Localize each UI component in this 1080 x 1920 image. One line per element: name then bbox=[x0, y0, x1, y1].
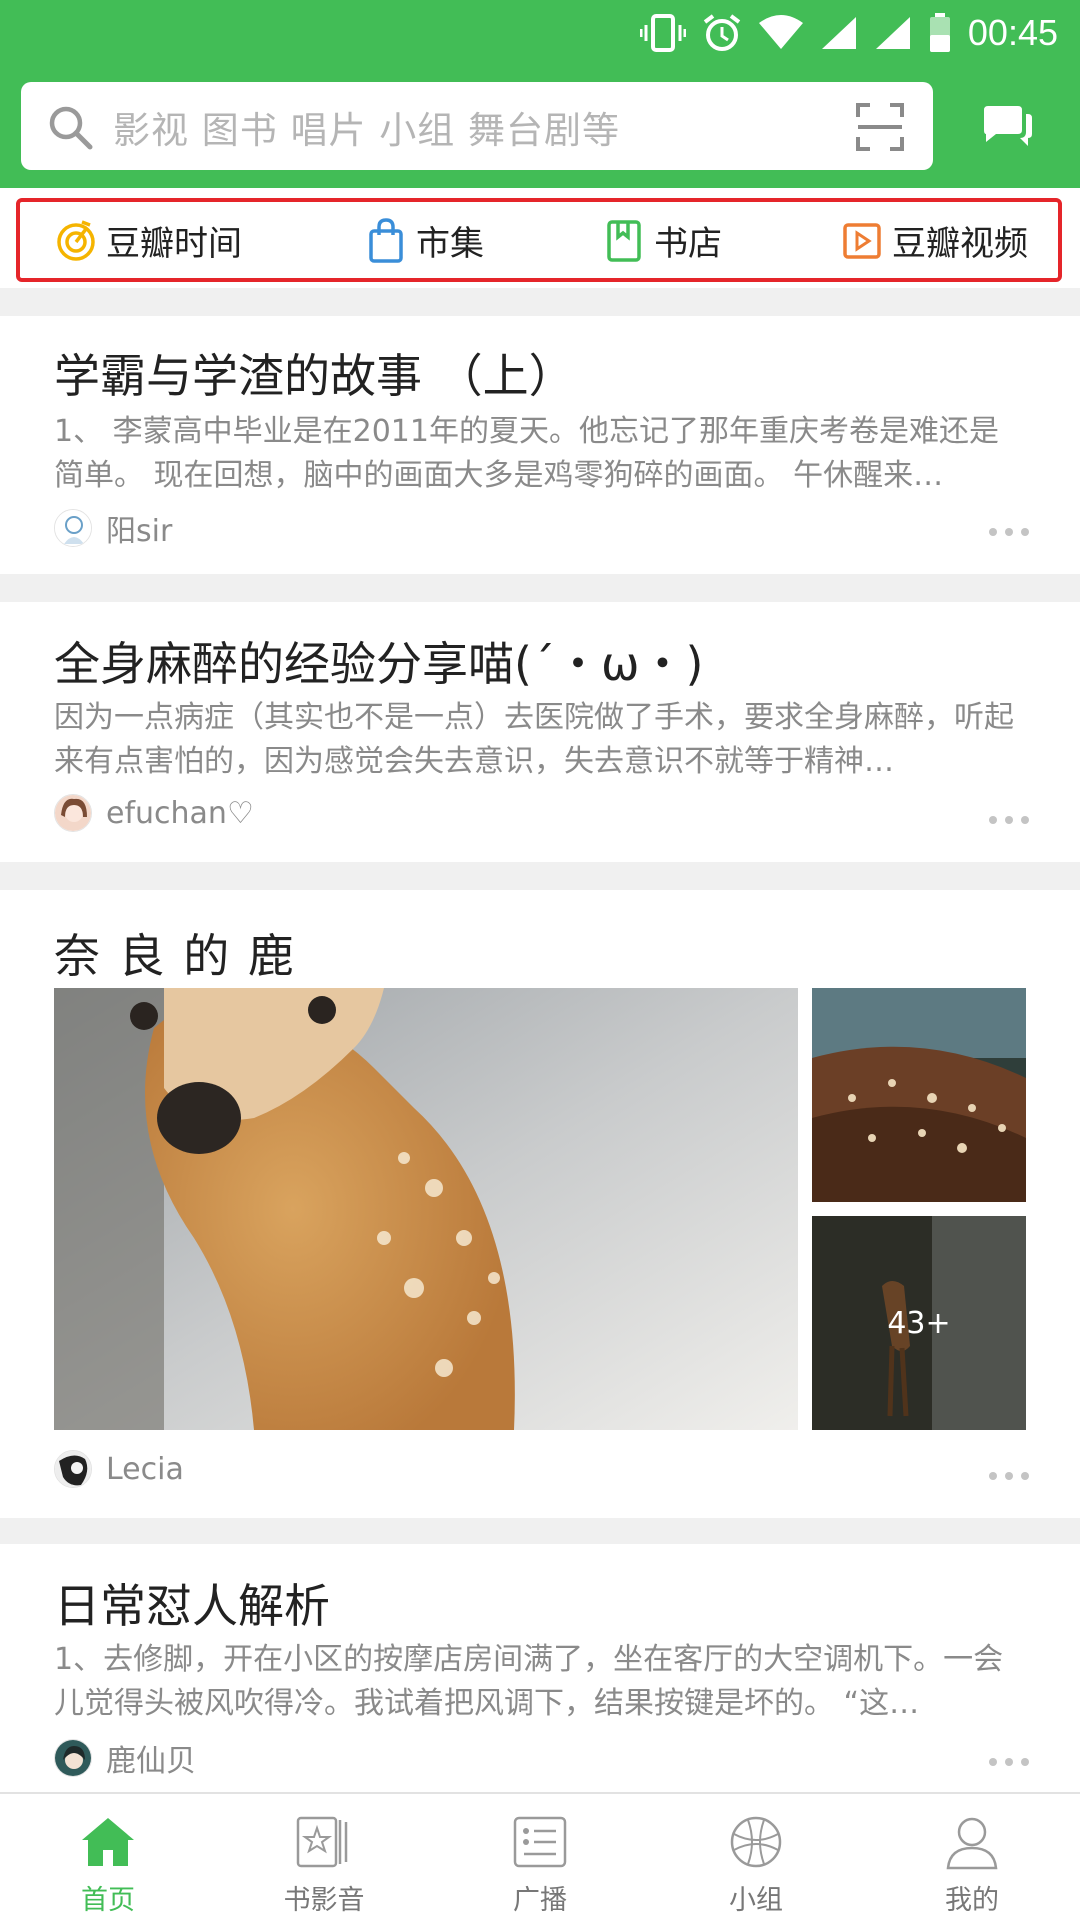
status-bar: 00:45 bbox=[0, 0, 1080, 64]
photo-count-badge: 43+ bbox=[887, 1305, 951, 1341]
status-time: 00:45 bbox=[967, 12, 1058, 53]
avatar bbox=[54, 1739, 92, 1777]
search-box[interactable]: 影视 图书 唱片 小组 舞台剧等 bbox=[21, 82, 933, 170]
timer-icon bbox=[57, 220, 95, 261]
shortcut-label: 市集 bbox=[416, 223, 484, 264]
card-title[interactable]: 奈 良 的 鹿 bbox=[54, 920, 296, 986]
tab-label: 书影音 bbox=[283, 1885, 365, 1916]
feed-card[interactable]: 全身麻醉的经验分享喵(´・ω・) 因为一点病症（其实也不是一点）去医院做了手术，… bbox=[0, 602, 1080, 862]
shopping-bag-icon bbox=[369, 218, 403, 263]
vibrate-icon bbox=[639, 14, 686, 52]
more-icon[interactable] bbox=[988, 526, 1030, 538]
tab-group[interactable]: 小组 bbox=[648, 1794, 864, 1920]
card-author[interactable]: 鹿仙贝 bbox=[54, 1736, 196, 1780]
chat-icon[interactable] bbox=[980, 104, 1034, 150]
search-input-placeholder[interactable]: 影视 图书 唱片 小组 舞台剧等 bbox=[113, 100, 620, 154]
tab-label: 我的 bbox=[945, 1885, 999, 1916]
avatar bbox=[54, 1450, 92, 1488]
tab-broadcast[interactable]: 广播 bbox=[432, 1794, 648, 1920]
feed-card[interactable]: 日常怼人解析 1、去修脚，开在小区的按摩店房间满了，坐在客厅的大空调机下。一会儿… bbox=[0, 1544, 1080, 1792]
book-icon bbox=[607, 220, 641, 262]
card-author[interactable]: efuchan♡ bbox=[54, 794, 254, 832]
profile-icon bbox=[946, 1817, 998, 1870]
feed-card[interactable]: 学霸与学渣的故事 （上） 1、 李蒙高中毕业是在2011年的夏天。他忘记了那年重… bbox=[0, 316, 1080, 574]
deer-photo-thumb[interactable]: 43+ bbox=[812, 1216, 1026, 1430]
tab-label: 小组 bbox=[729, 1885, 783, 1916]
author-name: 阳sir bbox=[106, 514, 173, 549]
more-icon[interactable] bbox=[988, 1756, 1030, 1768]
card-author[interactable]: 阳sir bbox=[54, 506, 172, 550]
card-abstract: 1、 李蒙高中毕业是在2011年的夏天。他忘记了那年重庆考卷是难还是简单。 现在… bbox=[54, 414, 999, 493]
card-author[interactable]: Lecia bbox=[54, 1450, 184, 1488]
card-title[interactable]: 全身麻醉的经验分享喵(´・ω・) bbox=[54, 628, 703, 694]
shortcut-bookstore[interactable]: 书店 bbox=[604, 212, 722, 268]
search-icon bbox=[49, 106, 93, 150]
deer-photo-thumb[interactable] bbox=[812, 988, 1026, 1202]
tab-home[interactable]: 首页 bbox=[0, 1794, 216, 1920]
broadcast-icon bbox=[513, 1816, 567, 1868]
shortcut-label: 豆瓣视频 bbox=[892, 223, 1028, 264]
more-icon[interactable] bbox=[988, 814, 1030, 826]
author-name: efuchan♡ bbox=[106, 795, 254, 831]
shortcut-label: 书店 bbox=[654, 223, 722, 264]
card-title[interactable]: 日常怼人解析 bbox=[54, 1570, 330, 1636]
signal-icon bbox=[821, 17, 856, 49]
play-icon bbox=[843, 223, 881, 259]
signal-icon-2 bbox=[875, 17, 910, 49]
author-name: Lecia bbox=[106, 1451, 184, 1487]
alarm-icon bbox=[703, 14, 741, 51]
author-name: 鹿仙贝 bbox=[106, 1744, 196, 1779]
deer-photo-main[interactable] bbox=[54, 988, 798, 1430]
group-icon bbox=[730, 1816, 782, 1868]
shortcut-douban-video[interactable]: 豆瓣视频 bbox=[842, 212, 1028, 268]
tab-books-movies-music[interactable]: 书影音 bbox=[216, 1794, 432, 1920]
status-icons: 00:45 bbox=[639, 8, 1058, 58]
shortcut-label: 豆瓣时间 bbox=[106, 223, 242, 264]
card-abstract: 1、去修脚，开在小区的按摩店房间满了，坐在客厅的大空调机下。一会儿觉得头被风吹得… bbox=[54, 1642, 1004, 1721]
avatar bbox=[54, 509, 92, 547]
battery-icon bbox=[929, 13, 950, 52]
card-abstract: 因为一点病症（其实也不是一点）去医院做了手术，要求全身麻醉，听起来有点害怕的，因… bbox=[54, 700, 1014, 779]
scan-icon[interactable] bbox=[855, 102, 905, 152]
card-title[interactable]: 学霸与学渣的故事 （上） bbox=[54, 340, 575, 406]
shortcut-douban-time[interactable]: 豆瓣时间 bbox=[56, 212, 242, 268]
tab-profile[interactable]: 我的 bbox=[864, 1794, 1080, 1920]
books-movies-music-icon bbox=[296, 1816, 348, 1868]
home-icon bbox=[82, 1818, 134, 1866]
tab-label: 首页 bbox=[81, 1885, 135, 1916]
shortcut-market[interactable]: 市集 bbox=[366, 212, 484, 268]
tab-label: 广播 bbox=[513, 1885, 567, 1916]
more-icon[interactable] bbox=[988, 1470, 1030, 1482]
bottom-tab-bar: 首页 书影音 广播 小组 我的 bbox=[0, 1792, 1080, 1920]
avatar bbox=[54, 794, 92, 832]
wifi-icon bbox=[758, 15, 803, 49]
app-screen: 00:45 影视 图书 唱片 小组 舞台剧等 豆瓣时间 市集 书店 豆瓣视频 学… bbox=[0, 0, 1080, 1920]
